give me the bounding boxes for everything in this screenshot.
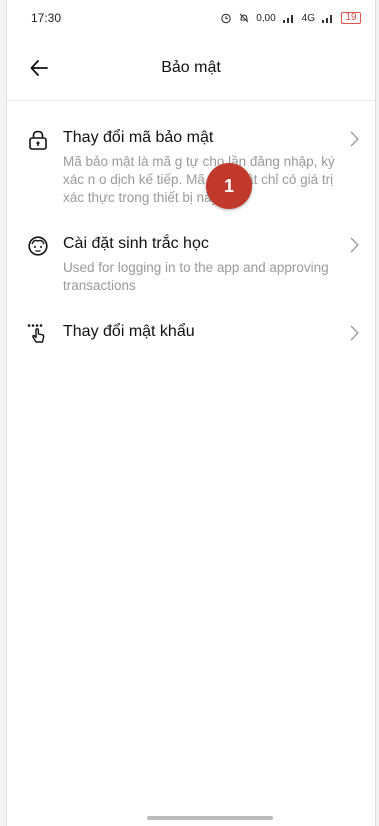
status-time: 17:30: [31, 11, 62, 25]
security-menu: Thay đổi mã bảo mật Mã bảo mật là mã g t…: [7, 101, 375, 343]
menu-item-biometrics[interactable]: Cài đặt sinh trắc học Used for logging i…: [7, 233, 375, 295]
menu-item-change-password[interactable]: Thay đổi mật khẩu: [7, 321, 375, 343]
signal-icon-2: [322, 15, 332, 23]
menu-item-change-security-code[interactable]: Thay đổi mã bảo mật Mã bảo mật là mã g t…: [7, 127, 375, 207]
status-bar: 17:30 0,00 4G 19: [7, 0, 375, 36]
phone-screen: 17:30 0,00 4G 19 Bảo mật Thay đổi mã bảo…: [6, 0, 376, 826]
chevron-right-icon: [350, 325, 359, 341]
tap-password-icon: [27, 324, 45, 343]
lock-icon: [29, 130, 47, 150]
network-type: 4G: [301, 12, 315, 24]
menu-item-title: Cài đặt sinh trắc học: [63, 235, 209, 252]
alarm-icon: [221, 13, 231, 24]
signal-icon: [282, 15, 293, 23]
menu-item-description: Used for logging in to the app and appro…: [63, 260, 329, 293]
net-speed: 0,00: [256, 12, 276, 24]
battery-icon: 19: [341, 12, 361, 24]
app-bar: Bảo mật: [7, 36, 375, 101]
status-icons: 0,00 4G 19: [220, 12, 361, 24]
back-button[interactable]: [27, 56, 51, 80]
home-indicator[interactable]: [147, 816, 273, 820]
arrow-left-icon: [30, 60, 48, 76]
mute-bell-icon: [239, 13, 249, 23]
menu-item-title: Thay đổi mã bảo mật: [63, 129, 214, 146]
chevron-right-icon: [350, 237, 359, 253]
annotation-badge: 1: [206, 163, 252, 209]
menu-item-title: Thay đổi mật khẩu: [63, 323, 195, 340]
menu-item-description: Mã bảo mật là mã g tự cho lần đăng nhập,…: [63, 154, 335, 205]
chevron-right-icon: [350, 131, 359, 147]
page-title: Bảo mật: [161, 59, 221, 76]
face-icon: [28, 236, 48, 256]
